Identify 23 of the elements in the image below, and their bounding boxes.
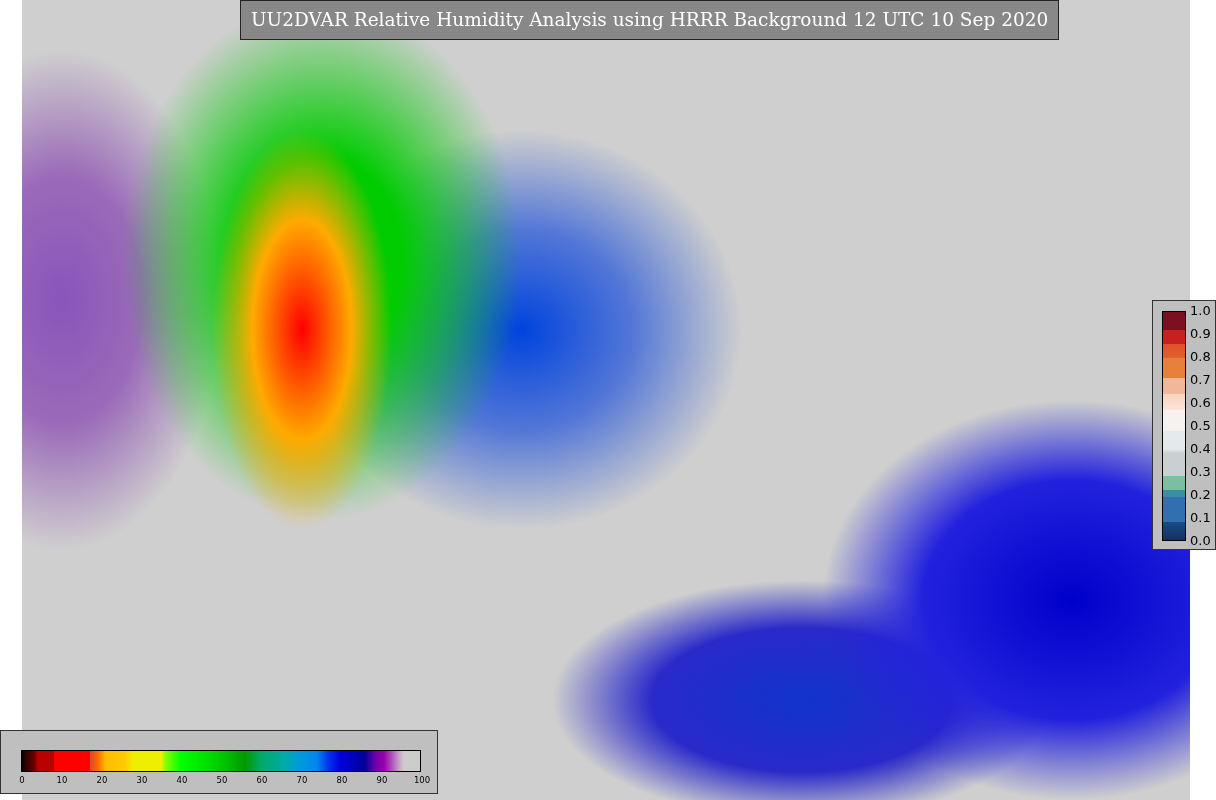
tick-label: 70 (295, 775, 309, 785)
tick-label: 0.6 (1190, 394, 1211, 412)
tick-label: 0.4 (1190, 440, 1211, 458)
tick-label: 100 (412, 775, 432, 785)
tick-label: 0.1 (1190, 509, 1211, 527)
tick-label: 0.0 (1190, 532, 1211, 550)
tick-label: 0.9 (1190, 325, 1211, 343)
tick-label: 0.7 (1190, 371, 1211, 389)
tick-label: 0.2 (1190, 486, 1211, 504)
tick-label: 0.3 (1190, 463, 1211, 481)
tick-label: 0 (18, 775, 26, 785)
tick-label: 60 (255, 775, 269, 785)
tick-label: 40 (175, 775, 189, 785)
tick-label: 30 (135, 775, 149, 785)
tick-label: 50 (215, 775, 229, 785)
tick-label: 0.5 (1190, 417, 1211, 435)
tick-label: 10 (55, 775, 69, 785)
tick-label: 20 (95, 775, 109, 785)
tick-label: 80 (335, 775, 349, 785)
tick-label: 90 (375, 775, 389, 785)
tick-label: 0.8 (1190, 348, 1211, 366)
tick-label: 1.0 (1190, 302, 1211, 320)
map-title: UU2DVAR Relative Humidity Analysis using HRRR Background 12 UTC 10 Sep 2020 (240, 0, 1060, 40)
